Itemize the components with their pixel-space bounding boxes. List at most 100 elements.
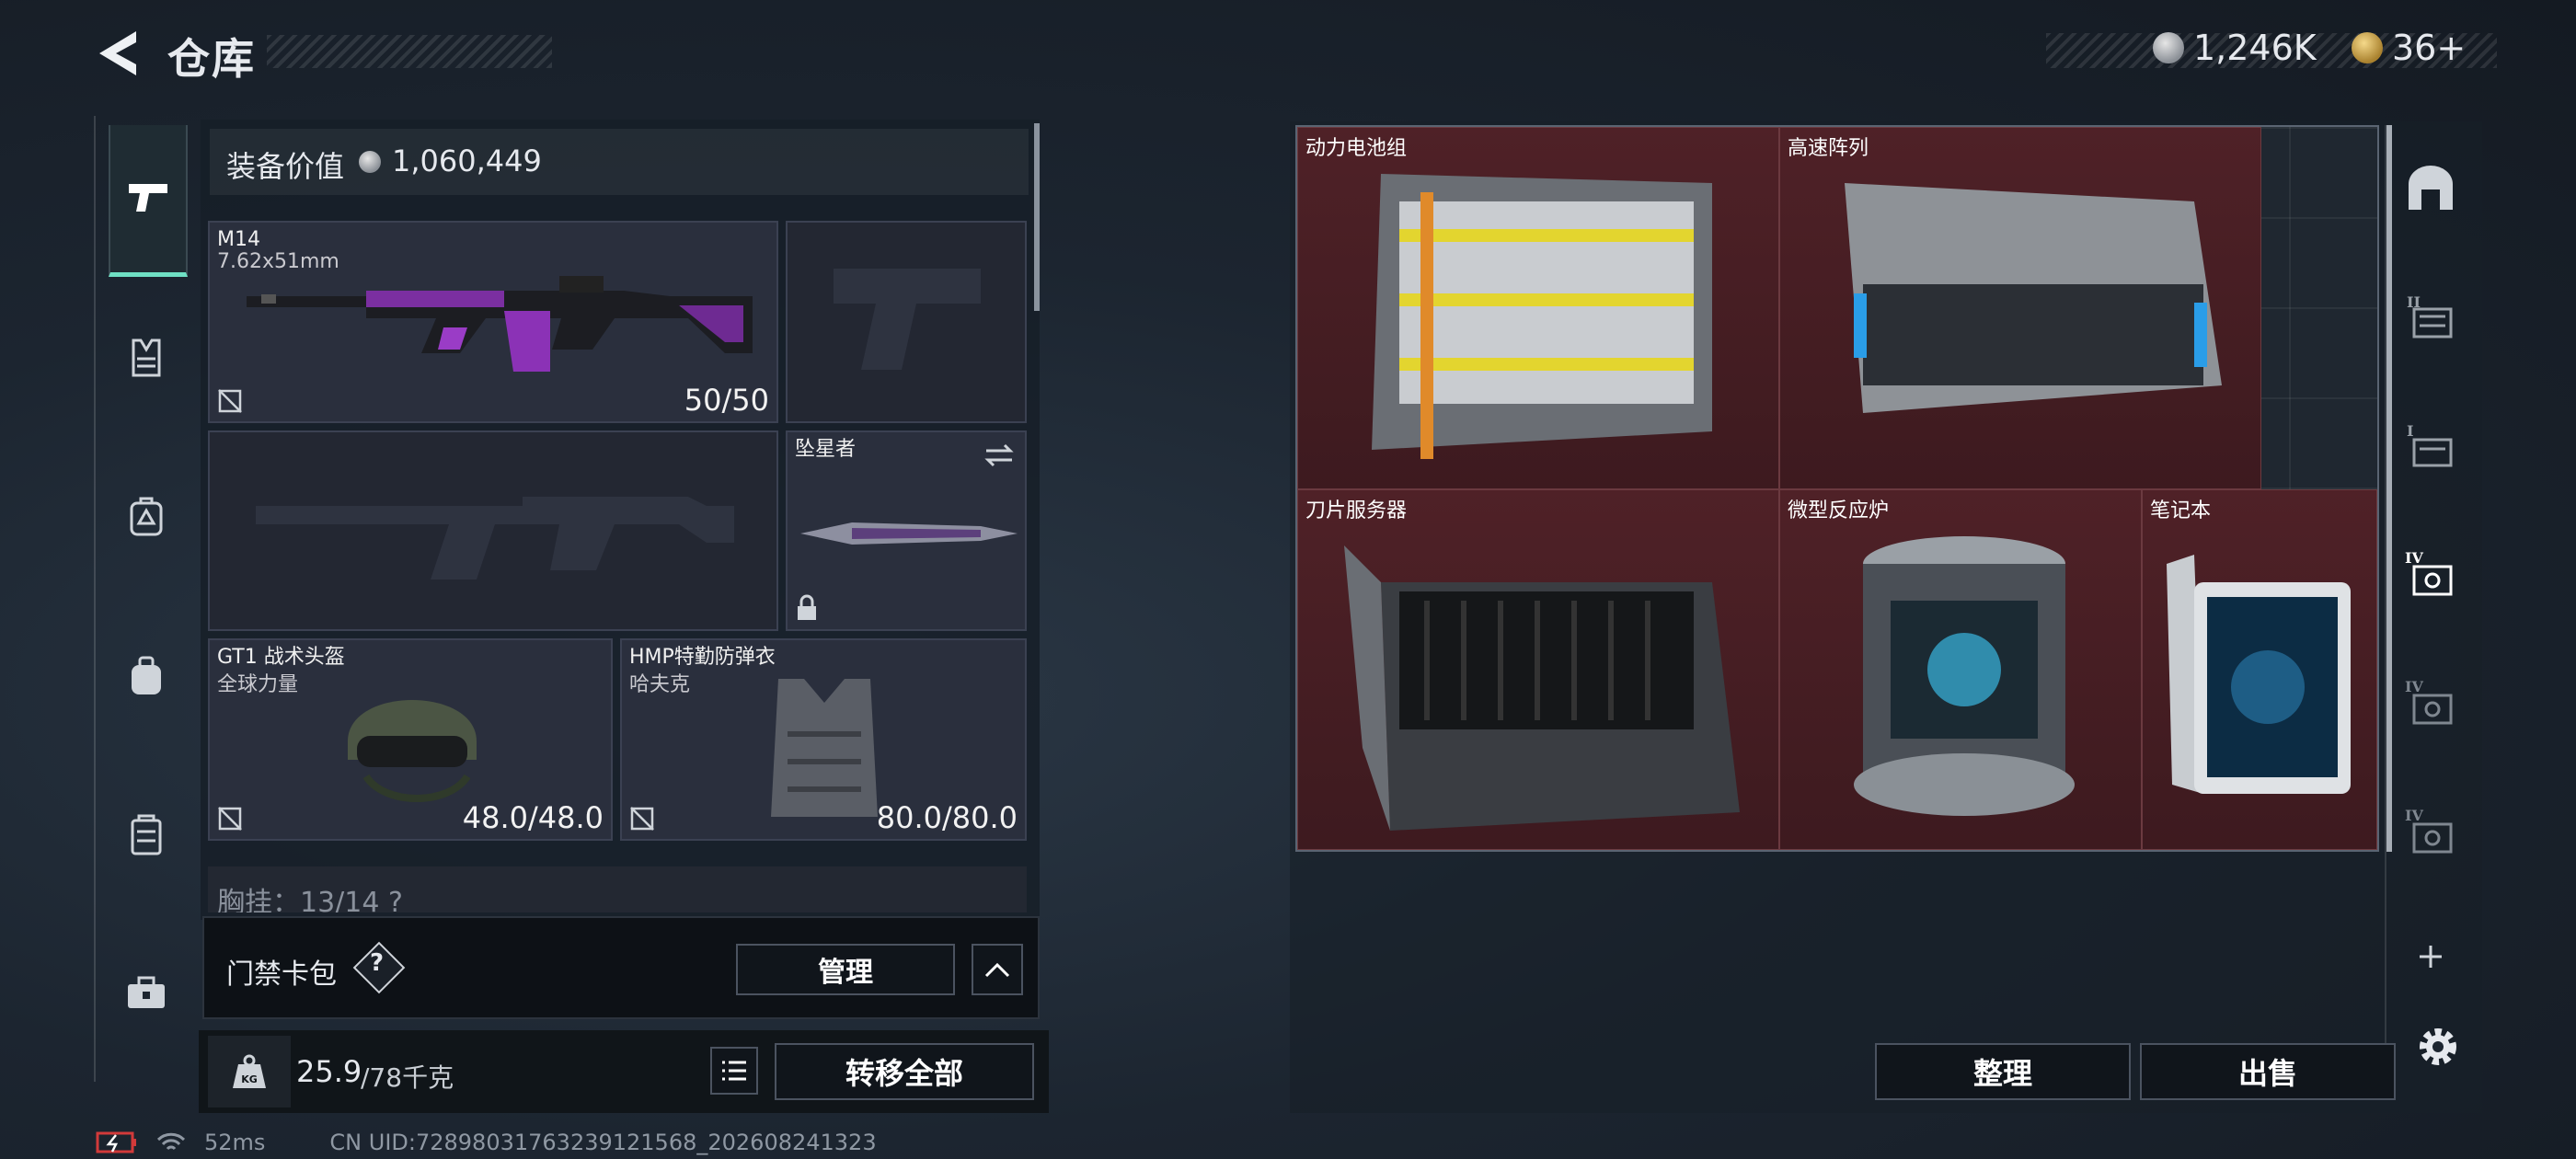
- no-insurance-icon: [218, 389, 242, 413]
- slot-secondary-empty[interactable]: [208, 430, 778, 631]
- case-icon: [131, 814, 162, 855]
- helmet-brand: 全球力量: [217, 673, 299, 696]
- weight-max: /78千克: [361, 1062, 454, 1093]
- nav-backpack[interactable]: [109, 637, 184, 716]
- sell-button[interactable]: 出售: [2140, 1043, 2396, 1100]
- house-arch-icon: [2409, 166, 2453, 210]
- slot-melee[interactable]: 坠星者: [786, 430, 1027, 631]
- item-micro-reactor[interactable]: 微型反应炉: [1779, 489, 2142, 850]
- weight-bar: KG 25.9 /78千克 转移全部: [199, 1030, 1049, 1113]
- lock-icon: [798, 594, 816, 620]
- tab-storage-4-active[interactable]: IV: [2405, 548, 2456, 600]
- tab-storage-6[interactable]: IV: [2405, 806, 2456, 857]
- chest-rig-label: 胸挂：13/14 ?: [217, 887, 403, 912]
- svg-text:IV: IV: [2405, 678, 2423, 695]
- svg-text:KG: KG: [241, 1073, 258, 1085]
- premium-coin-icon: [2352, 32, 2383, 63]
- armor-name: HMP特勤防弹衣: [629, 646, 776, 669]
- svg-text:IV: IV: [2405, 807, 2423, 824]
- item-power-battery[interactable]: 动力电池组: [1297, 127, 1779, 489]
- nav-backpack-special[interactable]: [109, 476, 184, 556]
- slot-armor[interactable]: HMP特勤防弹衣 哈夫克 80.0/80.0: [620, 638, 1027, 841]
- tab-storage-main[interactable]: [2405, 162, 2456, 213]
- no-insurance-icon: [218, 807, 242, 831]
- sort-button[interactable]: 整理: [1875, 1043, 2131, 1100]
- settings-button[interactable]: [2414, 1023, 2462, 1071]
- manage-label: 管理: [818, 957, 873, 989]
- coin-icon: [2153, 32, 2184, 63]
- svg-text:I: I: [2407, 422, 2413, 440]
- tab-storage-2[interactable]: II: [2405, 291, 2456, 342]
- equipment-scrollbar[interactable]: [1034, 123, 1040, 311]
- helmet-image: [348, 700, 477, 802]
- currency2-value: 36+: [2392, 28, 2467, 68]
- slot-helmet[interactable]: GT1 战术头盔 全球力量 48.0/48.0: [208, 638, 613, 841]
- back-arrow-icon: [99, 31, 136, 75]
- melee-name: 坠星者: [795, 438, 857, 461]
- armor-brand: 哈夫克: [629, 673, 691, 696]
- list-view-button[interactable]: [710, 1047, 758, 1095]
- currency-hafu-coin[interactable]: 1,246K: [2153, 28, 2317, 68]
- armor-vest-image: [771, 679, 878, 817]
- pistol-placeholder-icon: [834, 269, 981, 370]
- storage-iii-icon: I: [2407, 422, 2453, 467]
- transfer-all-button[interactable]: 转移全部: [775, 1043, 1034, 1100]
- item-high-speed-array[interactable]: 高速阵列: [1779, 127, 2261, 489]
- plus-icon: [2420, 946, 2442, 968]
- page-title: 仓库: [167, 34, 256, 84]
- left-nav: [94, 116, 193, 1082]
- back-button[interactable]: [92, 26, 147, 81]
- access-card-bar: 门禁卡包 ? 管理: [202, 916, 1040, 1019]
- laptop-image: [2167, 555, 2351, 794]
- sell-label: 出售: [2237, 1056, 2297, 1091]
- sort-label: 整理: [1972, 1056, 2032, 1091]
- gear-icon: [2420, 1028, 2456, 1065]
- chest-rig-row-partial[interactable]: 胸挂：13/14 ?: [208, 866, 1027, 912]
- collapse-button[interactable]: [972, 944, 1023, 995]
- backpack-icon: [132, 656, 161, 694]
- manage-button[interactable]: 管理: [736, 944, 955, 995]
- storage-tabs: II I IV IV IV: [2385, 125, 2466, 1045]
- tab-storage-3[interactable]: I: [2405, 419, 2456, 471]
- nav-toolbox[interactable]: [109, 953, 184, 1032]
- helmet-name: GT1 战术头盔: [217, 646, 345, 669]
- micro-reactor-image: [1854, 536, 2075, 816]
- coin-icon: [359, 151, 381, 173]
- currency1-value: 1,246K: [2193, 28, 2317, 68]
- slot-pistol-empty[interactable]: [786, 221, 1027, 423]
- swap-icon[interactable]: [983, 442, 1016, 469]
- item-laptop[interactable]: 笔记本: [2142, 489, 2377, 850]
- vest-icon: [132, 339, 161, 377]
- access-card-label: 门禁卡包: [226, 958, 337, 991]
- blade-image: [800, 522, 1018, 545]
- nav-weapons[interactable]: [109, 125, 188, 277]
- battery-pack-image: [1372, 174, 1712, 459]
- slot-primary-weapon[interactable]: M14 7.62x51mm 50/50: [208, 221, 778, 423]
- add-storage-button[interactable]: [2405, 931, 2456, 982]
- pistol-icon: [129, 184, 167, 212]
- svg-text:IV: IV: [2405, 549, 2423, 567]
- storage-iv-c-icon: IV: [2405, 807, 2453, 854]
- equipment-value-label: 装备价值: [226, 149, 345, 184]
- storage-iv-b-icon: IV: [2405, 678, 2453, 725]
- weight-current: 25.9: [296, 1054, 362, 1089]
- weight-icon-box: KG: [208, 1036, 291, 1107]
- storage-iv-icon: IV: [2405, 549, 2453, 596]
- rifle-placeholder-icon: [256, 497, 734, 580]
- blade-server-image: [1344, 545, 1740, 831]
- weapon-name: M14: [217, 228, 260, 251]
- nav-case[interactable]: [109, 795, 184, 874]
- nav-vest[interactable]: [109, 318, 184, 397]
- item-blade-server[interactable]: 刀片服务器: [1297, 489, 1779, 850]
- equipment-value-row: 装备价值 1,060,449: [210, 129, 1029, 195]
- m14-rifle-image: [247, 276, 753, 372]
- storage-grid: 动力电池组 高速阵列 刀片服务器 微型反应炉 笔记本: [1295, 125, 2379, 852]
- item-label: 笔记本: [2150, 499, 2212, 522]
- battery-charging-icon: [96, 1131, 136, 1153]
- list-icon: [722, 1061, 746, 1081]
- wifi-icon: [156, 1132, 186, 1151]
- ping-value: 52ms: [204, 1130, 266, 1155]
- weapon-ammo: 50/50: [684, 383, 769, 418]
- currency-premium[interactable]: 36+: [2352, 28, 2466, 68]
- tab-storage-5[interactable]: IV: [2405, 677, 2456, 729]
